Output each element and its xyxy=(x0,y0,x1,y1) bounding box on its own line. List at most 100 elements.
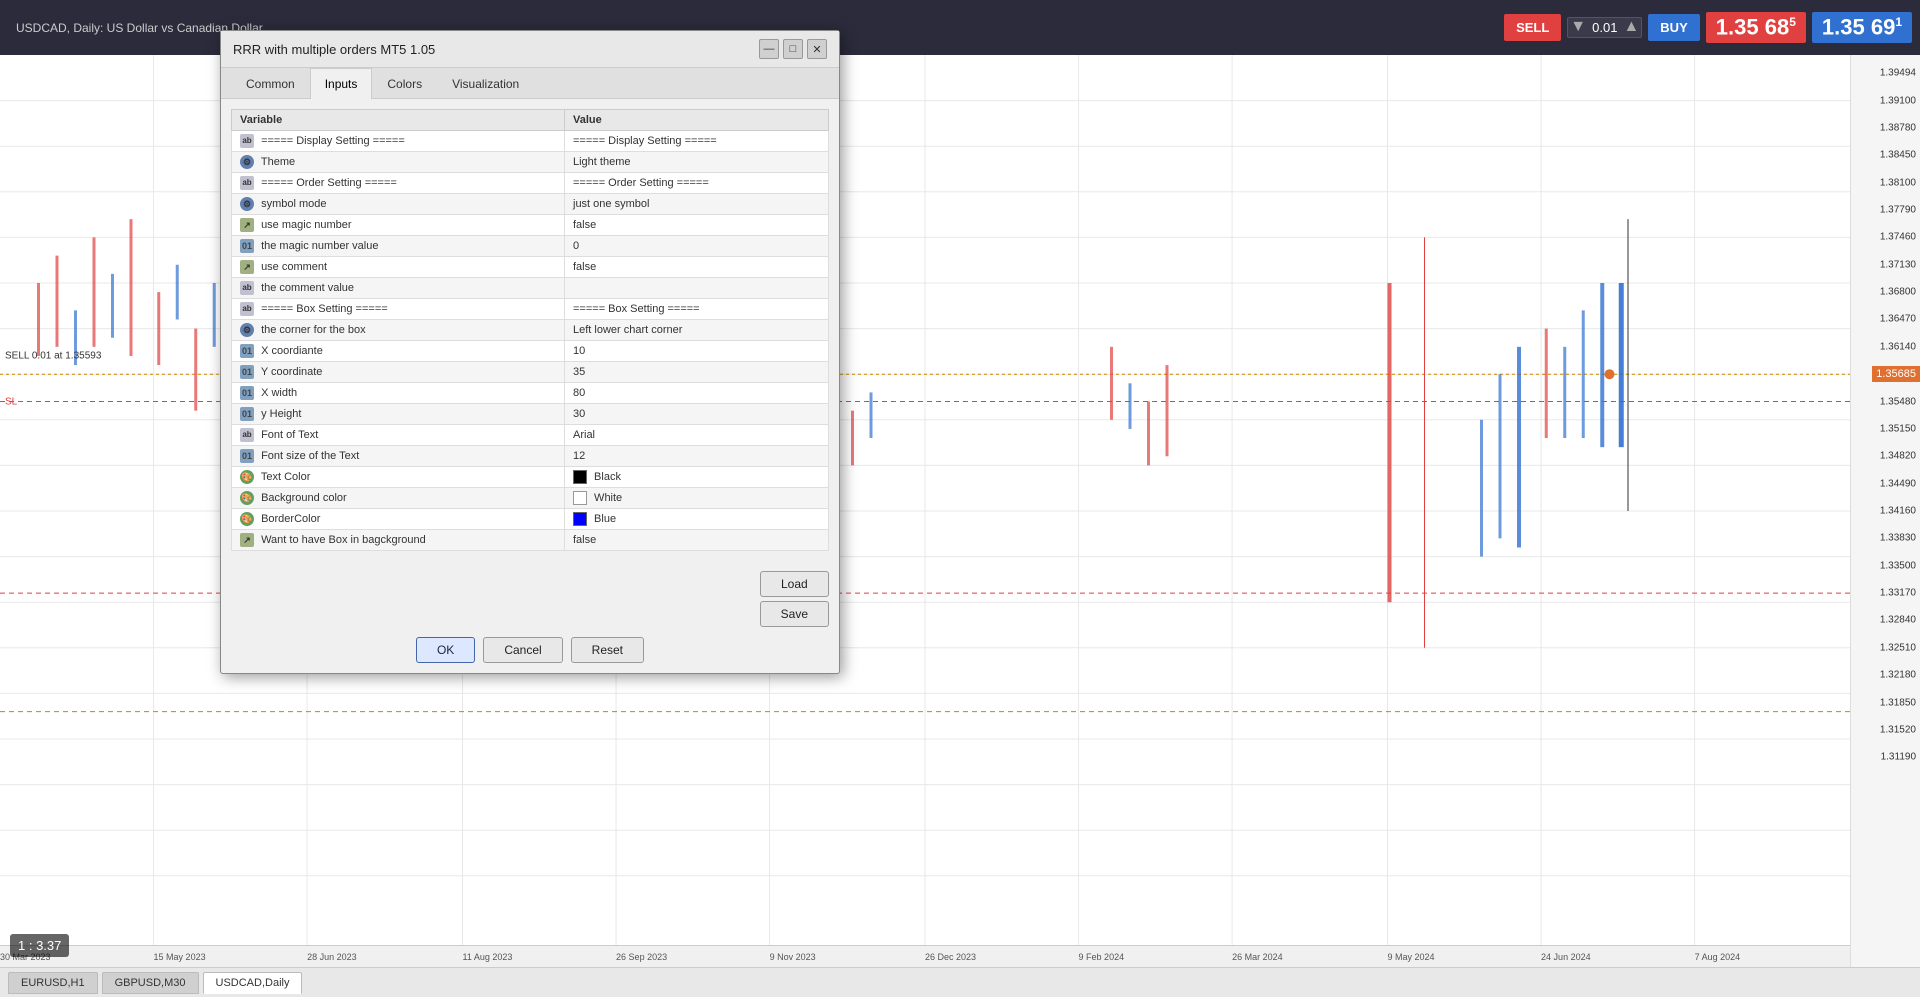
variable-label: Theme xyxy=(261,156,295,168)
dialog-controls: — □ ✕ xyxy=(759,39,827,59)
row-icon-ab: ab xyxy=(240,176,254,190)
table-row: 01 y Height 30 xyxy=(232,404,829,425)
dialog-titlebar: RRR with multiple orders MT5 1.05 — □ ✕ xyxy=(221,31,839,68)
table-row: 01 X coordiante 10 xyxy=(232,341,829,362)
table-row: ⚙ symbol mode just one symbol xyxy=(232,194,829,215)
value-cell[interactable]: just one symbol xyxy=(565,194,829,215)
table-row: ↗ use comment false xyxy=(232,257,829,278)
dialog-footer: Load Save xyxy=(221,561,839,637)
params-table: Variable Value ab ===== Display Setting … xyxy=(231,109,829,551)
load-button[interactable]: Load xyxy=(760,571,829,597)
variable-label: use comment xyxy=(261,261,327,273)
value-cell[interactable]: 30 xyxy=(565,404,829,425)
table-row: ab the comment value xyxy=(232,278,829,299)
variable-label: ===== Box Setting ===== xyxy=(261,303,388,315)
value-cell[interactable]: Left lower chart corner xyxy=(565,320,829,341)
variable-label: ===== Order Setting ===== xyxy=(261,177,397,189)
table-row: ↗ Want to have Box in bagckground false xyxy=(232,530,829,551)
table-row: 🎨 Text Color Black xyxy=(232,467,829,488)
value-cell[interactable]: Black xyxy=(565,467,829,488)
table-row: 🎨 BorderColor Blue xyxy=(232,509,829,530)
table-row: 01 X width 80 xyxy=(232,383,829,404)
variable-label: the comment value xyxy=(261,282,354,294)
color-swatch-white xyxy=(573,491,587,505)
variable-label: X coordiante xyxy=(261,345,323,357)
value-cell: ===== Order Setting ===== xyxy=(565,173,829,194)
modal-overlay: RRR with multiple orders MT5 1.05 — □ ✕ … xyxy=(0,0,1920,997)
value-cell[interactable]: Blue xyxy=(565,509,829,530)
color-swatch-black xyxy=(573,470,587,484)
row-icon-ab: ab xyxy=(240,428,254,442)
row-icon-color: 🎨 xyxy=(240,470,254,484)
row-icon-01: 01 xyxy=(240,407,254,421)
variable-label: symbol mode xyxy=(261,198,326,210)
table-row: ↗ use magic number false xyxy=(232,215,829,236)
save-button[interactable]: Save xyxy=(760,601,829,627)
table-row: ab ===== Order Setting ===== ===== Order… xyxy=(232,173,829,194)
row-icon-ab: ab xyxy=(240,134,254,148)
row-icon-color: 🎨 xyxy=(240,512,254,526)
table-row: ab ===== Display Setting ===== ===== Dis… xyxy=(232,131,829,152)
table-row: 🎨 Background color White xyxy=(232,488,829,509)
value-cell[interactable]: Arial xyxy=(565,425,829,446)
variable-label: y Height xyxy=(261,408,301,420)
tab-inputs[interactable]: Inputs xyxy=(310,68,373,99)
value-cell[interactable]: 10 xyxy=(565,341,829,362)
row-icon-01: 01 xyxy=(240,449,254,463)
table-row: 01 Font size of the Text 12 xyxy=(232,446,829,467)
variable-label: BorderColor xyxy=(261,513,320,525)
cancel-button[interactable]: Cancel xyxy=(483,637,562,663)
value-cell[interactable]: 80 xyxy=(565,383,829,404)
value-cell[interactable]: false xyxy=(565,215,829,236)
value-cell[interactable]: false xyxy=(565,257,829,278)
table-row: 01 the magic number value 0 xyxy=(232,236,829,257)
row-icon-gear: ⚙ xyxy=(240,323,254,337)
value-cell[interactable]: 12 xyxy=(565,446,829,467)
tab-colors[interactable]: Colors xyxy=(372,68,437,99)
dialog-title: RRR with multiple orders MT5 1.05 xyxy=(233,42,435,57)
value-cell[interactable]: White xyxy=(565,488,829,509)
row-icon-arrow: ↗ xyxy=(240,533,254,547)
variable-label: use magic number xyxy=(261,219,352,231)
ok-button[interactable]: OK xyxy=(416,637,475,663)
footer-right: Load Save xyxy=(760,571,829,627)
maximize-button[interactable]: □ xyxy=(783,39,803,59)
row-icon-01: 01 xyxy=(240,239,254,253)
table-row: ab Font of Text Arial xyxy=(232,425,829,446)
variable-label: the magic number value xyxy=(261,240,378,252)
table-row: ab ===== Box Setting ===== ===== Box Set… xyxy=(232,299,829,320)
row-icon-gear: ⚙ xyxy=(240,197,254,211)
settings-dialog: RRR with multiple orders MT5 1.05 — □ ✕ … xyxy=(220,30,840,674)
table-row: ⚙ the corner for the box Left lower char… xyxy=(232,320,829,341)
variable-label: Font size of the Text xyxy=(261,450,359,462)
row-icon-ab: ab xyxy=(240,302,254,316)
minimize-button[interactable]: — xyxy=(759,39,779,59)
value-cell: ===== Box Setting ===== xyxy=(565,299,829,320)
row-icon-01: 01 xyxy=(240,386,254,400)
col-value: Value xyxy=(565,110,829,131)
variable-label: the corner for the box xyxy=(261,324,366,336)
row-icon-gear: ⚙ xyxy=(240,155,254,169)
row-icon-arrow: ↗ xyxy=(240,260,254,274)
table-row: ⚙ Theme Light theme xyxy=(232,152,829,173)
row-icon-arrow: ↗ xyxy=(240,218,254,232)
row-icon-ab: ab xyxy=(240,281,254,295)
load-save-col: Load Save xyxy=(760,571,829,627)
variable-label: Text Color xyxy=(261,471,311,483)
dialog-body: Variable Value ab ===== Display Setting … xyxy=(221,99,839,561)
reset-button[interactable]: Reset xyxy=(571,637,644,663)
variable-label: X width xyxy=(261,387,297,399)
value-cell[interactable]: 0 xyxy=(565,236,829,257)
value-cell[interactable] xyxy=(565,278,829,299)
tab-visualization[interactable]: Visualization xyxy=(437,68,534,99)
value-cell[interactable]: 35 xyxy=(565,362,829,383)
value-cell[interactable]: false xyxy=(565,530,829,551)
variable-label: ===== Display Setting ===== xyxy=(261,135,405,147)
variable-label: Want to have Box in bagckground xyxy=(261,534,426,546)
value-cell[interactable]: Light theme xyxy=(565,152,829,173)
tab-common[interactable]: Common xyxy=(231,68,310,99)
row-icon-01: 01 xyxy=(240,344,254,358)
close-button[interactable]: ✕ xyxy=(807,39,827,59)
row-icon-01: 01 xyxy=(240,365,254,379)
variable-label: Background color xyxy=(261,492,347,504)
